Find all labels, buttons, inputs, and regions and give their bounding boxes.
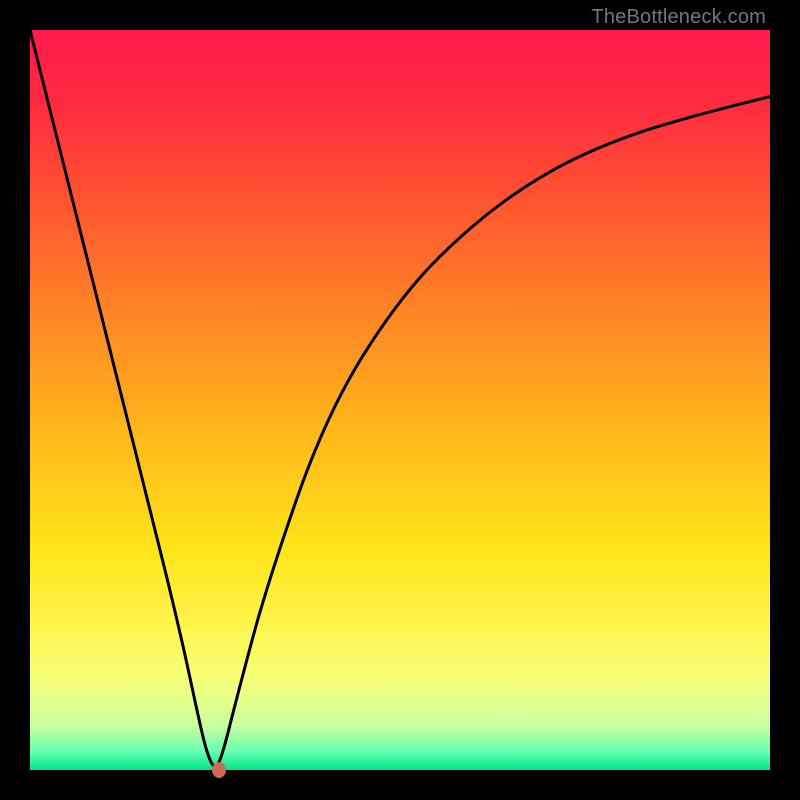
bottleneck-curve xyxy=(30,30,770,770)
optimal-point-marker xyxy=(212,762,226,778)
watermark-text: TheBottleneck.com xyxy=(591,6,766,29)
chart-frame xyxy=(30,30,770,770)
